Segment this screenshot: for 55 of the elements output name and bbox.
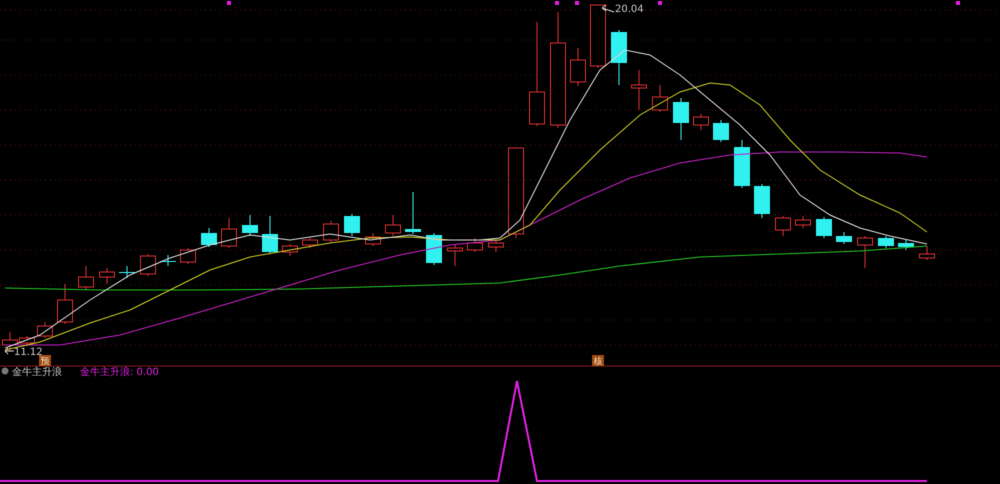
candlestick [631,70,647,110]
candlestick [99,268,115,284]
scale-mark-icon [227,1,231,5]
candlestick [795,216,811,228]
candlestick [201,228,217,248]
candlestick [57,284,73,324]
candlestick [119,266,135,278]
candlestick [385,214,401,236]
candlestick [344,214,360,236]
candlestick [78,266,94,290]
candlestick [160,254,176,266]
candlestick [816,216,832,238]
price-label: 11.12 [14,347,43,358]
indicator-name: 金牛主升浪 [12,367,62,378]
candlestick [467,238,483,252]
candlestick [282,244,298,256]
marker-badge: 预 [39,355,51,367]
indicator-value: 金牛主升浪: 0.00 [80,367,159,378]
candlestick [221,218,237,248]
candlestick [754,184,770,218]
candlestick [447,244,463,266]
indicator-dot-icon [2,368,8,374]
candlestick [488,240,504,252]
candlestick [590,4,606,68]
candlestick [775,216,791,236]
candlestick [836,232,852,244]
candlestick [878,236,894,248]
scale-mark-icon [575,1,579,5]
arrow-icon [602,4,614,12]
price-label: 20.04 [615,4,644,15]
candlestick [262,216,278,254]
candlestick [37,322,53,338]
candlestick [693,114,709,130]
candlestick [713,120,729,142]
scale-mark-icon [555,1,559,5]
candlestick [405,192,421,234]
arrow-icon [4,348,14,354]
candlestick [180,248,196,264]
candlestick [652,84,668,112]
candlestick [611,30,627,86]
candlestick [919,246,935,260]
candlestick [673,98,689,140]
candlestick [426,232,442,266]
scale-mark-icon [956,1,960,5]
scale-mark-icon [658,1,662,5]
marker-badge: 核 [592,355,604,367]
candlestick [140,254,156,276]
candlestick [365,232,381,246]
candlestick [242,214,258,236]
candlestick [898,240,914,250]
candlestick [323,220,339,242]
candlestick [570,48,586,86]
candlestick [734,140,750,188]
candlestick [857,236,873,268]
candlestick [302,238,318,248]
